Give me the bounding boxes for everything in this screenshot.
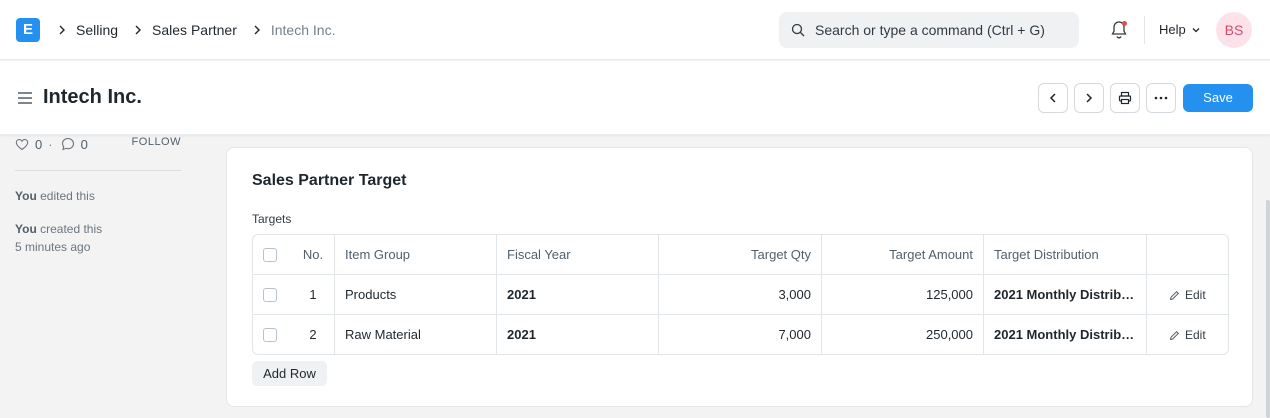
navbar-divider — [1144, 16, 1145, 44]
chevron-right-icon — [254, 25, 260, 35]
column-header-no: No. — [302, 247, 324, 262]
row-edit-cell: Edit — [1147, 275, 1228, 315]
chevron-right-icon — [59, 25, 65, 35]
chevron-down-icon — [1192, 27, 1200, 32]
chevron-left-icon — [1049, 93, 1056, 103]
more-actions-button[interactable] — [1146, 83, 1176, 113]
column-header-target-distribution[interactable]: Target Distribution — [984, 235, 1147, 275]
pencil-icon — [1169, 330, 1180, 340]
activity-user: You — [15, 189, 37, 203]
row-edit-cell: Edit — [1147, 315, 1228, 354]
cell-item-group[interactable]: Raw Material — [335, 315, 497, 354]
targets-table: No. Item Group Fiscal Year Target Qty Ta… — [252, 234, 1229, 355]
header-cell-no: No. — [253, 235, 335, 275]
comments-count: 0 — [80, 136, 88, 152]
social-counts: 0 · 0 FOLLOW — [15, 136, 181, 152]
sidebar-divider — [15, 170, 181, 171]
column-header-fiscal-year[interactable]: Fiscal Year — [497, 235, 659, 275]
row-checkbox[interactable] — [263, 288, 277, 302]
likes-count: 0 — [35, 136, 43, 152]
cell-fiscal-year[interactable]: 2021 — [497, 315, 659, 354]
activity-time: 5 minutes ago — [15, 240, 91, 254]
hamburger-icon[interactable] — [17, 91, 33, 105]
column-header-target-qty[interactable]: Target Qty — [659, 235, 822, 275]
cell-target-qty[interactable]: 7,000 — [659, 315, 822, 354]
row-edit-button[interactable]: Edit — [1169, 315, 1206, 354]
search-bar[interactable]: Search or type a command (Ctrl + G) — [779, 12, 1079, 48]
cell-target-distribution[interactable]: 2021 Monthly Distribution — [984, 275, 1147, 315]
targets-field-label: Targets — [252, 212, 292, 226]
help-dropdown[interactable]: Help — [1159, 22, 1201, 37]
cell-target-amount[interactable]: 125,000 — [822, 275, 984, 315]
next-button[interactable] — [1074, 83, 1104, 113]
breadcrumb-selling[interactable]: Selling — [76, 22, 118, 38]
table-header-row: No. Item Group Fiscal Year Target Qty Ta… — [253, 235, 1228, 275]
cell-item-group[interactable]: Products — [335, 275, 497, 315]
print-button[interactable] — [1110, 83, 1140, 113]
row-number: 1 — [309, 287, 317, 302]
pencil-icon — [1169, 290, 1180, 300]
edit-label: Edit — [1185, 328, 1206, 342]
edit-label: Edit — [1185, 288, 1206, 302]
help-label: Help — [1159, 22, 1186, 37]
app-logo[interactable]: E — [16, 18, 40, 42]
row-number: 2 — [309, 327, 317, 342]
activity-text: created this — [36, 222, 103, 236]
select-all-checkbox[interactable] — [263, 248, 277, 262]
row-number-cell: 1 — [253, 275, 335, 315]
cell-target-qty[interactable]: 3,000 — [659, 275, 822, 315]
avatar[interactable]: BS — [1216, 12, 1252, 48]
notification-dot — [1122, 21, 1127, 26]
more-icon — [1154, 96, 1168, 100]
cell-fiscal-year[interactable]: 2021 — [497, 275, 659, 315]
separator-dot: · — [48, 136, 53, 152]
save-button[interactable]: Save — [1183, 84, 1253, 112]
activity-item: You edited this — [15, 187, 95, 205]
page-title: Intech Inc. — [43, 86, 142, 108]
previous-button[interactable] — [1038, 83, 1068, 113]
search-input[interactable]: Search or type a command (Ctrl + G) — [815, 22, 1045, 38]
chevron-right-icon — [135, 25, 142, 35]
table-row[interactable]: 2 Raw Material 2021 7,000 250,000 2021 M… — [253, 315, 1228, 354]
chevron-right-icon — [1086, 93, 1093, 103]
cell-target-amount[interactable]: 250,000 — [822, 315, 984, 354]
form-section-card: Sales Partner Target Targets No. Item Gr… — [226, 147, 1253, 407]
column-header-item-group[interactable]: Item Group — [335, 235, 497, 275]
follow-button[interactable]: FOLLOW — [132, 136, 181, 148]
activity-user: You — [15, 222, 37, 236]
search-icon — [791, 23, 805, 37]
breadcrumb-sales-partner[interactable]: Sales Partner — [152, 22, 237, 38]
cell-target-distribution[interactable]: 2021 Monthly Distribution — [984, 315, 1147, 354]
breadcrumb: Selling Sales Partner Intech Inc. — [54, 20, 347, 40]
printer-icon — [1118, 91, 1132, 105]
comment-icon[interactable] — [61, 137, 75, 151]
page-scrollbar[interactable] — [1266, 200, 1270, 418]
add-row-button[interactable]: Add Row — [252, 361, 327, 386]
row-checkbox[interactable] — [263, 328, 277, 342]
activity-text: edited this — [36, 189, 95, 203]
activity-item: You created this 5 minutes ago — [15, 220, 102, 256]
column-header-actions — [1147, 235, 1228, 275]
row-edit-button[interactable]: Edit — [1169, 275, 1206, 315]
table-row[interactable]: 1 Products 2021 3,000 125,000 2021 Month… — [253, 275, 1228, 315]
navbar: E Selling Sales Partner Intech Inc. Sear… — [0, 0, 1270, 60]
breadcrumb-current[interactable]: Intech Inc. — [271, 22, 336, 38]
heart-icon[interactable] — [15, 138, 29, 151]
row-number-cell: 2 — [253, 315, 335, 354]
column-header-target-amount[interactable]: Target Amount — [822, 235, 984, 275]
section-title: Sales Partner Target — [252, 172, 407, 189]
page-head: Intech Inc. Save — [0, 61, 1270, 135]
